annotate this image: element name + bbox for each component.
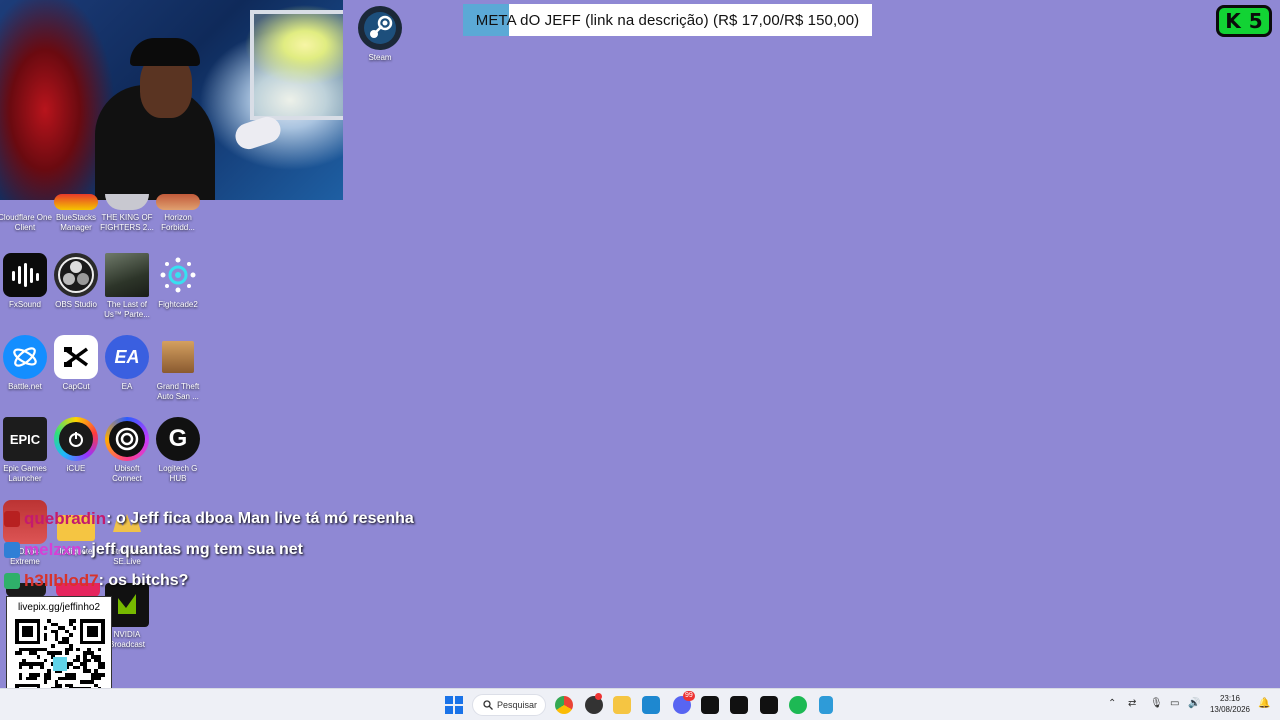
chat-text: : o Jeff fica dboa Man live tá mó resenh… [106, 509, 414, 527]
desktop-icon-capcut[interactable]: CapCut [51, 335, 101, 392]
chat-text: : os bitchs? [98, 571, 189, 589]
chrome-icon[interactable] [555, 696, 573, 714]
network-icon[interactable]: ⇄ [1128, 698, 1136, 709]
monitor-in-webcam [250, 10, 343, 120]
clock[interactable]: 23:16 13/08/2026 [1205, 693, 1255, 715]
fxsound-taskbar-icon[interactable] [730, 696, 748, 714]
clock-date: 13/08/2026 [1209, 705, 1251, 714]
microphone-icon[interactable]: 🎙 [1150, 698, 1163, 709]
desktop-icon-label: Battle.net [8, 382, 42, 391]
logo-number: 5 [1248, 9, 1263, 33]
icue-icon [54, 417, 98, 461]
user-badge-icon [4, 572, 20, 589]
desktop-icon-label: Epic Games Launcher [3, 464, 47, 483]
horizon-icon [156, 194, 200, 210]
desktop-icon-label: Steam [368, 53, 392, 62]
obs-icon [54, 253, 98, 297]
chat-username: melzxn [24, 539, 82, 559]
notification-badge: 99 [683, 691, 695, 701]
start-button[interactable] [445, 696, 463, 714]
epic-icon: EPIC [3, 417, 47, 461]
desktop-icon-tlou[interactable]: The Last of Us™ Parte... [102, 253, 152, 320]
desktop-icon-label: Grand Theft Auto San ... [156, 382, 200, 401]
desktop-icon-cloudflare[interactable]: Cloudflare One Client [0, 194, 52, 233]
desktop-icon-label: CapCut [62, 382, 90, 391]
desktop-icon-gta[interactable]: Grand Theft Auto San ... [153, 335, 203, 402]
desktop-icon-label: Fightcade2 [158, 300, 198, 309]
desktop-icon-label: iCUE [66, 464, 86, 473]
desktop-icon-steam[interactable]: Steam [355, 6, 405, 63]
desktop-icon-horizon[interactable]: Horizon Forbidd... [153, 194, 203, 233]
qr-link-text: livepix.gg/jeffinho2 [17, 602, 101, 613]
bluestacks-icon [54, 194, 98, 210]
search-icon [483, 700, 493, 710]
store-icon[interactable] [642, 696, 660, 714]
desktop-icon-ubisoft[interactable]: Ubisoft Connect [102, 417, 152, 484]
desktop-icon-ea[interactable]: EA EA [102, 335, 152, 392]
desktop-icon-logitech[interactable]: G Logitech G HUB [153, 417, 203, 484]
channel-logo: K 5 [1216, 5, 1272, 37]
gta-icon [162, 341, 194, 373]
fxsound-icon [3, 253, 47, 297]
desktop-icon-battlenet[interactable]: Battle.net [0, 335, 50, 392]
chat-text: : jeff quantas mg tem sua net [81, 540, 304, 558]
user-badge-icon [4, 510, 20, 527]
chat-message: quebradin: o Jeff fica dboa Man live tá … [4, 503, 414, 534]
webcam-overlay [0, 0, 343, 200]
kof-icon [105, 194, 149, 210]
piano-app-icon[interactable] [701, 696, 719, 714]
ubisoft-icon [105, 417, 149, 461]
desktop-icon-label: FxSound [8, 300, 42, 309]
search-label: Pesquisar [497, 700, 538, 710]
logo-letter: K [1225, 9, 1241, 33]
logitech-icon: G [156, 417, 200, 461]
steam-icon [358, 6, 402, 50]
desktop-icon-label: Horizon Forbidd... [161, 213, 195, 232]
user-badge-icon [4, 541, 20, 558]
display-icon[interactable]: ▭ [1170, 698, 1179, 709]
goal-text: META dO JEFF (link na descrição) (R$ 17,… [475, 11, 860, 29]
desktop-icon-kof[interactable]: THE KING OF FIGHTERS 2... [100, 194, 154, 233]
desktop-icon-obs[interactable]: OBS Studio [51, 253, 101, 310]
tlou-icon [105, 253, 149, 297]
desktop-icon-icue[interactable]: iCUE [51, 417, 101, 474]
chevron-up-icon[interactable]: ⌃ [1108, 698, 1116, 709]
epic-glyph: EPIC [9, 431, 41, 447]
spotify-icon[interactable] [789, 696, 807, 714]
chat-overlay: quebradin: o Jeff fica dboa Man live tá … [4, 503, 414, 596]
desktop-icon-label: Ubisoft Connect [112, 464, 142, 483]
ea-icon: EA [105, 335, 149, 379]
chat-message: melzxn: jeff quantas mg tem sua net [4, 534, 414, 565]
notification-bell-icon[interactable]: 🔔 [1258, 698, 1270, 709]
notepad-icon[interactable] [819, 696, 833, 714]
battlenet-icon [3, 335, 47, 379]
cloudflare-icon [3, 194, 47, 210]
capcut-icon [54, 335, 98, 379]
desktop-icon-label: Cloudflare One Client [0, 213, 52, 232]
nvidia-taskbar-icon[interactable] [760, 696, 778, 714]
desktop-icon-label: EA [121, 382, 133, 391]
desktop-icon-fightcade[interactable]: Fightcade2 [153, 253, 203, 310]
desktop-icon-fxsound[interactable]: FxSound [0, 253, 50, 310]
desktop-icon-bluestacks[interactable]: BlueStacks Manager [51, 194, 101, 233]
chat-username: quebradin [24, 508, 107, 528]
taskbar: Pesquisar 99 ⌃ ⇄ 🎙 ▭ 🔊 23:16 13/08/2026 … [0, 688, 1280, 720]
clock-time: 23:16 [1219, 694, 1241, 703]
desktop-icon-label: The Last of Us™ Parte... [104, 300, 150, 319]
chat-message: h3llblod7: os bitchs? [4, 565, 414, 596]
file-explorer-icon[interactable] [613, 696, 631, 714]
desktop-icon-epic[interactable]: EPIC Epic Games Launcher [0, 417, 50, 484]
volume-icon[interactable]: 🔊 [1188, 698, 1200, 709]
desktop-icon-label: Logitech G HUB [158, 464, 198, 483]
recording-dot [595, 693, 602, 700]
donation-goal-bar: META dO JEFF (link na descrição) (R$ 17,… [463, 4, 872, 36]
taskbar-search[interactable]: Pesquisar [472, 694, 546, 716]
fightcade-icon [156, 253, 200, 297]
chat-username: h3llblod7 [24, 570, 99, 590]
desktop-icon-label: THE KING OF FIGHTERS 2... [100, 213, 154, 232]
microphone [232, 113, 284, 153]
desktop-icon-label: BlueStacks Manager [55, 213, 97, 232]
desktop-icon-label: OBS Studio [55, 300, 97, 309]
streamer-cap [130, 38, 200, 66]
